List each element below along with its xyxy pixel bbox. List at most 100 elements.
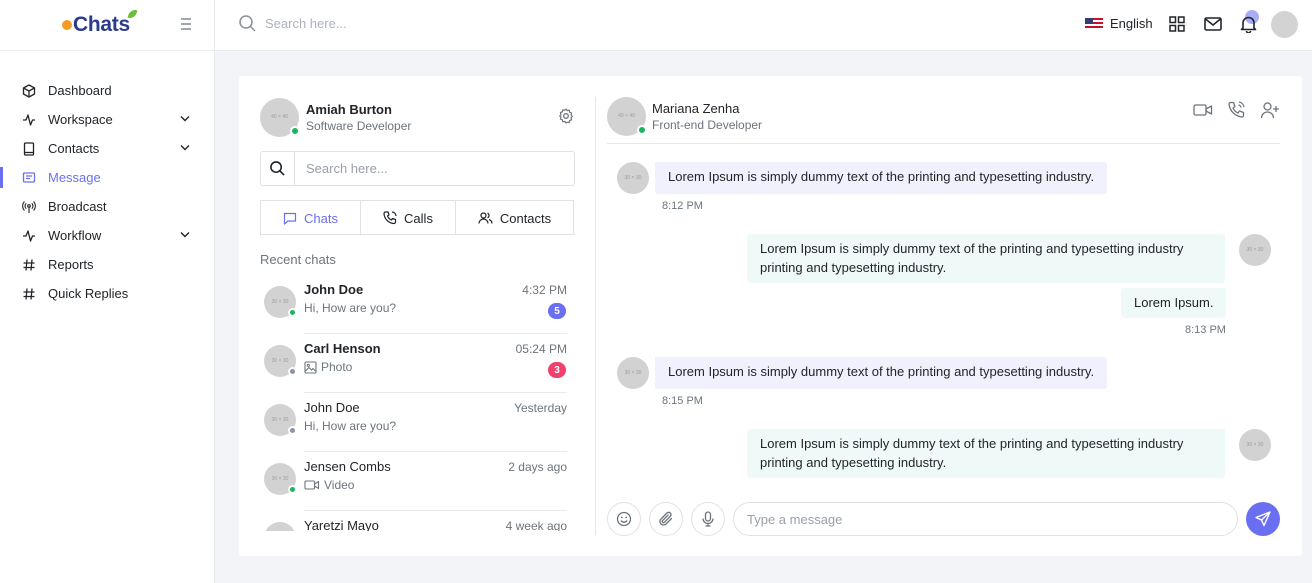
users-icon (478, 211, 500, 225)
chat-time: 4:32 PM (522, 283, 567, 297)
recent-chats-label: Recent chats (260, 252, 336, 267)
chat-card: 40 × 40 Amiah Burton Software Developer … (239, 76, 1302, 556)
contact-avatar[interactable]: 40 × 40 (607, 96, 647, 136)
message-row: 30 × 30 Lorem Ipsum is simply dummy text… (617, 357, 1108, 389)
avatar: 30 × 30 (264, 522, 296, 531)
menu-toggle-icon[interactable] (180, 17, 192, 31)
sidebar-item-quick-replies[interactable]: Quick Replies (0, 279, 214, 308)
hash-icon (22, 287, 36, 301)
sidebar-item-message[interactable]: Message (0, 163, 214, 192)
my-profile: 40 × 40 Amiah Burton Software Developer (260, 97, 575, 137)
message-bubble: Lorem Ipsum is simply dummy text of the … (747, 234, 1225, 283)
conversation-panel: 40 × 40 Mariana Zenha Front-end Develope… (607, 96, 1280, 542)
message-row: Lorem Ipsum is simply dummy text of the … (747, 429, 1271, 478)
sidebar-item-dashboard[interactable]: Dashboard (0, 76, 214, 105)
chat-time: 4 week ago (505, 519, 567, 531)
avatar: 30 × 30 (617, 357, 649, 389)
chat-list-item[interactable]: 30 × 30 Jensen Combs Video 2 days ago (260, 452, 575, 511)
status-dot (288, 367, 297, 376)
video-icon (304, 479, 324, 491)
cube-icon (22, 83, 36, 98)
chat-search-input[interactable] (295, 152, 574, 185)
chat-list-item[interactable]: 30 × 30 Carl Henson Photo 05:24 PM 3 (260, 334, 575, 393)
message-bubble: Lorem Ipsum. (1121, 288, 1227, 318)
avatar[interactable]: 40 × 40 (260, 97, 300, 137)
sidebar-item-workflow[interactable]: Workflow (0, 221, 214, 250)
phone-call-icon[interactable] (1227, 101, 1246, 119)
attach-button[interactable] (649, 502, 683, 536)
tab-label: Chats (304, 210, 338, 226)
chat-preview: Hi, How are you? (304, 301, 397, 315)
logo-text: Chats (73, 13, 130, 36)
tab-contacts[interactable]: Contacts (455, 200, 574, 235)
sidebar-item-contacts[interactable]: Contacts (0, 134, 214, 163)
chat-icon (283, 211, 304, 225)
top-search-input[interactable] (265, 16, 565, 31)
profile-role: Software Developer (306, 118, 412, 133)
voice-button[interactable] (691, 502, 725, 536)
status-dot (288, 485, 297, 494)
sidebar-item-broadcast[interactable]: Broadcast (0, 192, 214, 221)
chevron-down-icon (180, 115, 190, 122)
message-row: Lorem Ipsum is simply dummy text of the … (747, 234, 1271, 283)
chat-list: 30 × 30 John Doe Hi, How are you? 4:32 PM 5 3… (260, 275, 575, 531)
gear-icon[interactable] (558, 108, 574, 124)
tab-label: Calls (404, 210, 433, 226)
book-icon (22, 141, 36, 156)
sidebar-item-label: Quick Replies (48, 286, 129, 301)
send-icon (1255, 511, 1271, 527)
message-bubble: Lorem Ipsum is simply dummy text of the … (747, 429, 1225, 478)
mail-icon[interactable] (1204, 16, 1222, 32)
language-selector[interactable]: English (1085, 16, 1153, 31)
logo-orange-icon (62, 20, 72, 31)
message-bubble: Lorem Ipsum is simply dummy text of the … (655, 162, 1108, 194)
tab-calls[interactable]: Calls (360, 200, 456, 235)
message-input[interactable] (747, 511, 1237, 527)
send-button[interactable] (1246, 502, 1280, 536)
language-label: English (1110, 16, 1153, 31)
bell-icon[interactable] (1240, 15, 1257, 33)
grid-icon[interactable] (1169, 16, 1185, 32)
chat-list-item[interactable]: 30 × 30 John Doe Hi, How are you? Yesterday (260, 393, 575, 452)
avatar: 30 × 30 (264, 404, 297, 436)
chat-list-item[interactable]: 30 × 30Yaretzi Mayo4 week ago (260, 511, 575, 531)
avatar: 30 × 30 (617, 162, 649, 194)
smile-icon (616, 511, 632, 527)
logo-leaf-icon (127, 8, 138, 20)
activity-icon (22, 113, 36, 127)
add-user-icon[interactable] (1260, 101, 1280, 119)
unread-badge: 3 (548, 362, 566, 378)
user-avatar[interactable] (1271, 11, 1298, 38)
search-icon[interactable] (261, 152, 295, 185)
chat-list-item[interactable]: 30 × 30 John Doe Hi, How are you? 4:32 PM 5 (260, 275, 575, 334)
avatar: 30 × 30 (1239, 429, 1271, 461)
sidebar-item-label: Reports (48, 257, 94, 272)
unread-badge: 5 (548, 303, 566, 319)
broadcast-icon (22, 200, 36, 214)
sidebar-item-workspace[interactable]: Workspace (0, 105, 214, 134)
sidebar-item-label: Broadcast (48, 199, 107, 214)
phone-icon (383, 211, 404, 225)
hash-icon (22, 258, 36, 272)
status-dot (288, 426, 297, 435)
online-status-dot (290, 125, 300, 136)
sidebar-nav: Dashboard Workspace Contacts Message Broadca… (0, 51, 214, 308)
sidebar: Chats Dashboard Workspace Contacts Message B… (0, 0, 215, 583)
message-field (733, 502, 1238, 536)
tab-chats[interactable]: Chats (260, 200, 361, 236)
avatar: 30 × 30 (264, 286, 297, 318)
divider (595, 97, 596, 535)
status-dot (288, 308, 297, 317)
chevron-down-icon (180, 231, 190, 238)
emoji-button[interactable] (607, 502, 641, 536)
profile-name: Amiah Burton (306, 101, 392, 117)
message-time: 8:13 PM (1185, 324, 1226, 336)
conversation-header: 40 × 40 Mariana Zenha Front-end Develope… (607, 96, 1280, 144)
chat-preview: Video (324, 478, 355, 492)
sidebar-item-reports[interactable]: Reports (0, 250, 214, 279)
avatar: 30 × 30 (264, 345, 297, 377)
message-time: 8:15 PM (662, 395, 703, 407)
video-call-icon[interactable] (1193, 101, 1213, 119)
sidebar-item-label: Message (48, 170, 101, 185)
sidebar-item-label: Workflow (48, 228, 102, 243)
